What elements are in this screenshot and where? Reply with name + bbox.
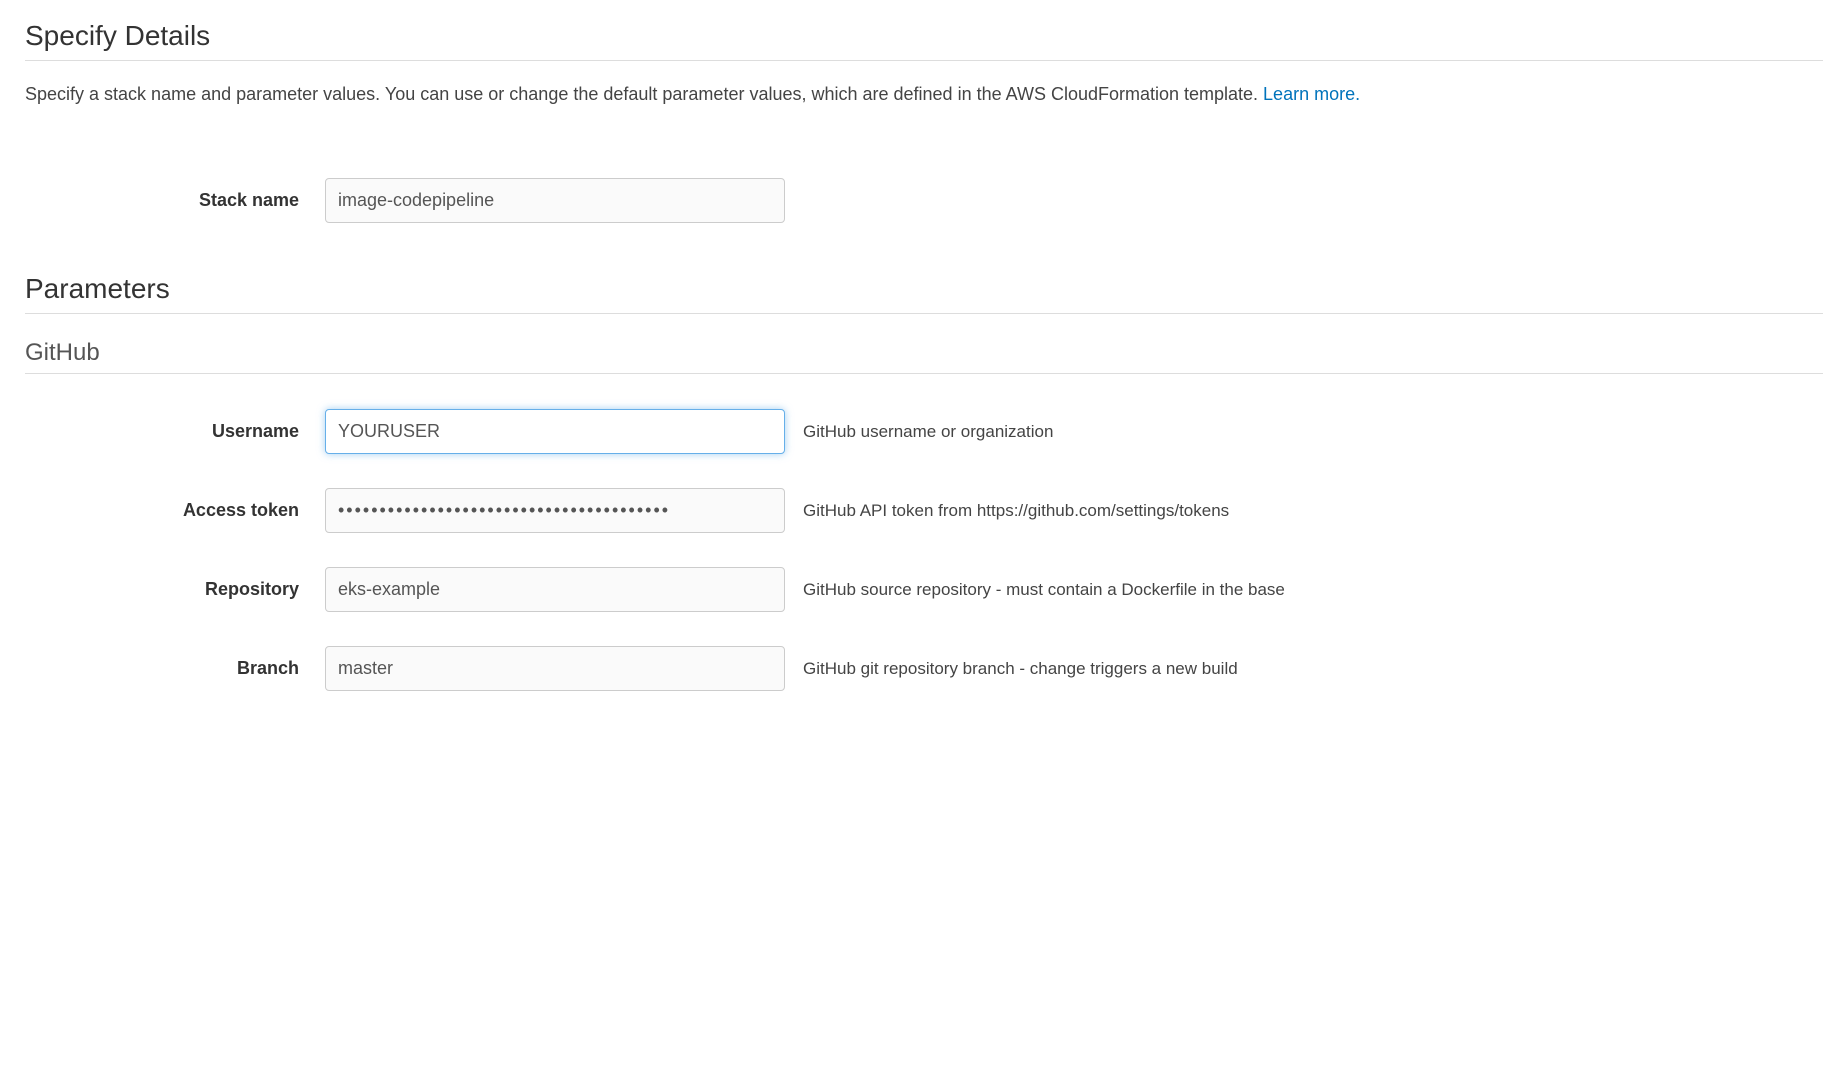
parameters-divider <box>25 313 1823 314</box>
learn-more-link[interactable]: Learn more. <box>1263 84 1360 104</box>
username-input[interactable] <box>325 409 785 454</box>
repository-label: Repository <box>25 579 325 600</box>
parameters-title: Parameters <box>25 273 1823 305</box>
username-help: GitHub username or organization <box>803 422 1823 442</box>
description-text: Specify a stack name and parameter value… <box>25 81 1823 108</box>
github-divider <box>25 373 1823 374</box>
branch-help: GitHub git repository branch - change tr… <box>803 659 1823 679</box>
username-row: Username GitHub username or organization <box>25 409 1823 454</box>
repository-row: Repository GitHub source repository - mu… <box>25 567 1823 612</box>
access-token-input[interactable] <box>325 488 785 533</box>
repository-help: GitHub source repository - must contain … <box>803 580 1823 600</box>
stack-name-row: Stack name <box>25 178 1823 223</box>
access-token-row: Access token GitHub API token from https… <box>25 488 1823 533</box>
username-label: Username <box>25 421 325 442</box>
description-body: Specify a stack name and parameter value… <box>25 84 1263 104</box>
branch-label: Branch <box>25 658 325 679</box>
stack-name-label: Stack name <box>25 190 325 211</box>
access-token-label: Access token <box>25 500 325 521</box>
specify-details-title: Specify Details <box>25 20 1823 52</box>
access-token-help: GitHub API token from https://github.com… <box>803 501 1823 521</box>
branch-input[interactable] <box>325 646 785 691</box>
stack-name-input[interactable] <box>325 178 785 223</box>
repository-input[interactable] <box>325 567 785 612</box>
github-subsection-title: GitHub <box>25 339 1823 367</box>
branch-row: Branch GitHub git repository branch - ch… <box>25 646 1823 691</box>
section-divider <box>25 60 1823 61</box>
